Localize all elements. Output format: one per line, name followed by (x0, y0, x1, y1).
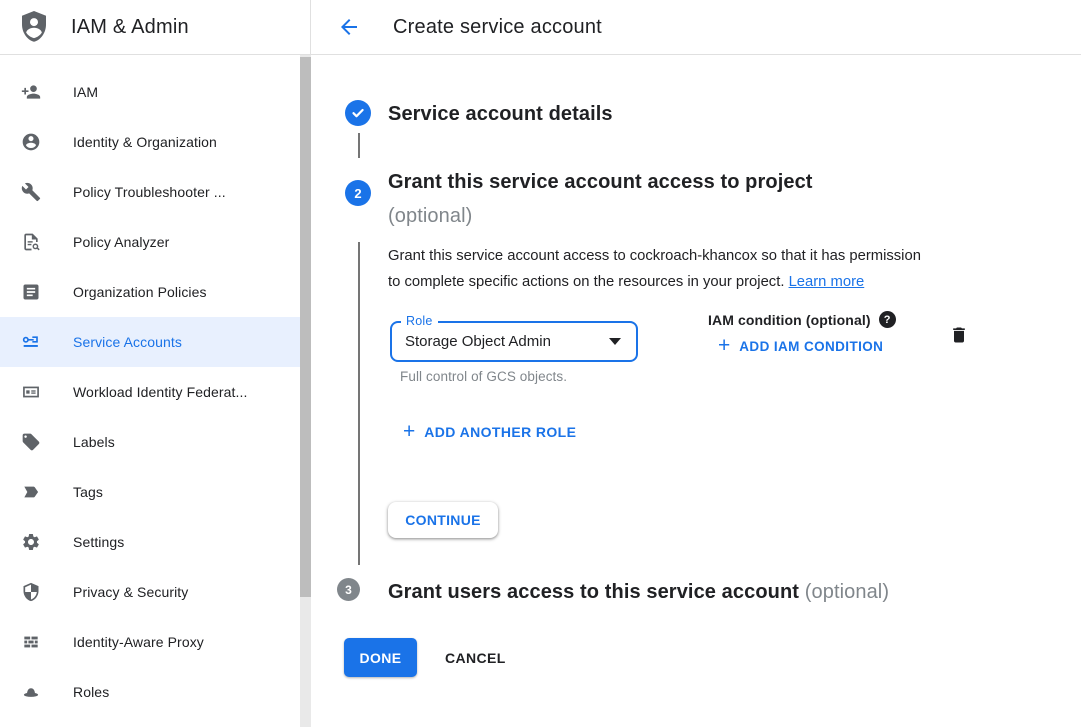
iam-condition-section: IAM condition (optional) ? + ADD IAM CON… (708, 311, 896, 355)
page-header: Create service account (311, 0, 1081, 55)
sidebar-item-workload-identity-federation[interactable]: Workload Identity Federat... (0, 367, 311, 417)
sidebar-scrollbar-thumb[interactable] (300, 57, 311, 597)
sidebar-item-label: Roles (73, 684, 109, 700)
step2-heading: Grant this service account access to pro… (388, 167, 813, 231)
sidebar-item-label: Tags (73, 484, 103, 500)
step3-optional-label: (optional) (805, 581, 889, 603)
account-circle-icon (21, 132, 41, 152)
id-card-icon (21, 382, 41, 402)
description-line1: Grant this service account access to coc… (388, 244, 988, 270)
dropdown-caret-icon (609, 338, 621, 345)
sidebar-item-label: Policy Troubleshooter ... (73, 184, 226, 200)
role-select[interactable]: Role Storage Object Admin (390, 321, 638, 362)
step2-number: 2 (354, 186, 361, 201)
label-important-icon (21, 482, 41, 502)
document-search-icon (21, 232, 41, 252)
add-iam-condition-label: ADD IAM CONDITION (739, 339, 883, 354)
plus-icon: + (718, 337, 730, 355)
role-selected-value: Storage Object Admin (392, 333, 609, 350)
delete-role-button[interactable] (947, 323, 971, 347)
step2-optional-label: (optional) (388, 201, 813, 231)
iam-condition-label: IAM condition (optional) (708, 312, 871, 328)
sidebar-item-policy-troubleshooter[interactable]: Policy Troubleshooter ... (0, 167, 311, 217)
sidebar-item-labels[interactable]: Labels (0, 417, 311, 467)
plus-icon: + (403, 423, 415, 441)
sidebar-item-label: Policy Analyzer (73, 234, 169, 250)
sidebar-item-label: Labels (73, 434, 115, 450)
iam-admin-page: IAM & Admin Create service account IAM I… (0, 0, 1081, 727)
stepper-connector (358, 133, 360, 158)
sidebar-item-label: Organization Policies (73, 284, 207, 300)
sidebar-item-label: Service Accounts (73, 334, 182, 350)
sidebar-item-identity-aware-proxy[interactable]: Identity-Aware Proxy (0, 617, 311, 667)
step2-title: Grant this service account access to pro… (388, 167, 813, 197)
sidebar-item-label: IAM (73, 84, 98, 100)
sidebar-item-settings[interactable]: Settings (0, 517, 311, 567)
sidebar-scrollbar-track[interactable] (300, 55, 311, 727)
add-another-role-label: ADD ANOTHER ROLE (424, 424, 576, 440)
learn-more-link[interactable]: Learn more (789, 274, 865, 290)
wrench-icon (21, 182, 41, 202)
cancel-button[interactable]: CANCEL (429, 638, 522, 677)
top-header: IAM & Admin Create service account (0, 0, 1081, 55)
stepper-connector (358, 242, 360, 565)
sidebar-nav: IAM Identity & Organization Policy Troub… (0, 55, 311, 727)
description-line2: to complete specific actions on the reso… (388, 274, 784, 290)
role-helper-text: Full control of GCS objects. (400, 369, 567, 384)
sidebar-item-label: Identity-Aware Proxy (73, 634, 204, 650)
done-button[interactable]: DONE (344, 638, 417, 677)
add-another-role-button[interactable]: + ADD ANOTHER ROLE (403, 423, 576, 441)
step2-number-badge: 2 (345, 180, 371, 206)
sidebar-item-label: Identity & Organization (73, 134, 217, 150)
step3-title: Grant users access to this service accou… (388, 581, 799, 603)
person-add-icon (21, 82, 41, 102)
sidebar-item-policy-analyzer[interactable]: Policy Analyzer (0, 217, 311, 267)
help-glyph: ? (884, 314, 891, 326)
firewall-icon (21, 632, 41, 652)
tag-icon (21, 432, 41, 452)
sidebar-item-identity-organization[interactable]: Identity & Organization (0, 117, 311, 167)
create-service-account-form: Service account details 2 Grant this ser… (311, 55, 1081, 727)
sidebar-item-tags[interactable]: Tags (0, 467, 311, 517)
product-title: IAM & Admin (71, 16, 189, 39)
sidebar-item-label: Workload Identity Federat... (73, 384, 248, 400)
hat-icon (21, 682, 41, 702)
sidebar-item-label: Privacy & Security (73, 584, 188, 600)
sidebar-item-label: Settings (73, 534, 124, 550)
back-arrow-icon[interactable] (337, 15, 361, 39)
help-icon[interactable]: ? (879, 311, 896, 328)
article-icon (21, 282, 41, 302)
page-title: Create service account (393, 16, 602, 39)
product-header: IAM & Admin (0, 0, 311, 55)
continue-button[interactable]: CONTINUE (388, 502, 498, 538)
step2-description: Grant this service account access to coc… (388, 244, 988, 295)
step1-title: Service account details (388, 101, 613, 127)
sidebar-item-iam[interactable]: IAM (0, 67, 311, 117)
step3-number-badge: 3 (337, 578, 360, 601)
step3-heading: Grant users access to this service accou… (388, 579, 889, 606)
sidebar-item-privacy-security[interactable]: Privacy & Security (0, 567, 311, 617)
iam-shield-icon (18, 9, 50, 45)
sidebar-item-service-accounts[interactable]: Service Accounts (0, 317, 311, 367)
sidebar-item-organization-policies[interactable]: Organization Policies (0, 267, 311, 317)
trash-icon (949, 324, 969, 346)
step3-number: 3 (345, 583, 352, 597)
role-field-label: Role (401, 314, 438, 328)
gear-icon (21, 532, 41, 552)
half-shield-icon (21, 582, 41, 602)
sidebar-item-roles[interactable]: Roles (0, 667, 311, 717)
step1-complete-icon (345, 100, 371, 126)
add-iam-condition-button[interactable]: + ADD IAM CONDITION (718, 337, 896, 355)
service-account-key-icon (21, 332, 41, 352)
